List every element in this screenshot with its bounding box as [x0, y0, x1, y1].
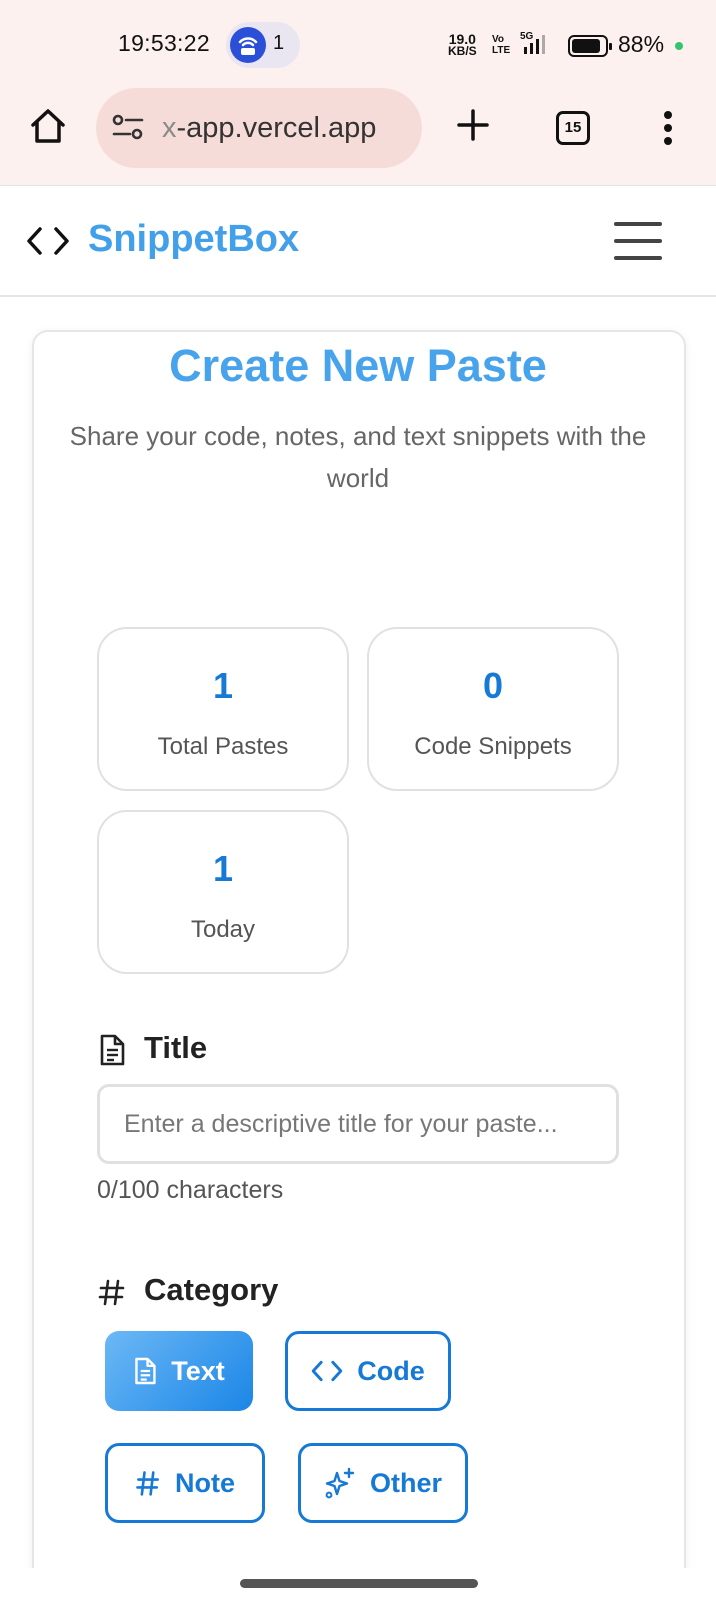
- page-title: Create New Paste: [169, 340, 547, 391]
- hotspot-indicator: 1: [226, 22, 300, 68]
- category-other-button[interactable]: Other: [298, 1443, 468, 1523]
- document-icon: [135, 1357, 156, 1385]
- hotspot-count: 1: [273, 32, 285, 54]
- hamburger-icon[interactable]: [614, 222, 662, 260]
- gesture-bar[interactable]: [240, 1579, 478, 1588]
- status-bar: 19:53:22 1 19.0 KB/S Vo LTE 5G 88%: [0, 0, 716, 88]
- site-settings-icon[interactable]: [112, 112, 144, 147]
- stat-label: Code Snippets: [414, 733, 572, 760]
- stat-value: 0: [482, 665, 504, 706]
- stat-today: 1 Today: [97, 810, 349, 974]
- code-icon: [311, 1360, 343, 1382]
- hash-icon: [136, 1471, 159, 1496]
- hash-icon: [98, 1276, 128, 1308]
- stat-value: 1: [212, 848, 234, 889]
- battery-icon: [568, 35, 612, 57]
- stat-total-pastes: 1 Total Pastes: [97, 627, 349, 791]
- sparkles-icon: [325, 1467, 355, 1499]
- tabs-icon[interactable]: 15: [556, 111, 590, 145]
- address-bar[interactable]: x-app.vercel.app: [96, 88, 422, 168]
- code-icon: [26, 226, 70, 261]
- title-label: Title: [98, 1030, 207, 1066]
- app-navbar: SnippetBox: [0, 185, 716, 297]
- stat-label: Today: [190, 916, 256, 943]
- status-time: 19:53:22: [118, 30, 210, 56]
- stat-label: Total Pastes: [157, 733, 289, 760]
- volte-indicator: Vo LTE: [492, 34, 511, 56]
- privacy-dot: [675, 42, 683, 50]
- plus-icon[interactable]: [456, 108, 490, 147]
- battery-percent: 88%: [618, 31, 665, 57]
- document-icon: [98, 1034, 128, 1066]
- category-code-button[interactable]: Code: [285, 1331, 451, 1411]
- title-input[interactable]: [97, 1084, 619, 1164]
- signal-icon: 5G: [520, 30, 550, 61]
- browser-chrome: 19:53:22 1 19.0 KB/S Vo LTE 5G 88% x-app…: [0, 0, 716, 185]
- category-label: Category: [98, 1272, 278, 1308]
- hotspot-icon: [230, 27, 266, 63]
- home-icon[interactable]: [28, 106, 68, 146]
- network-type: 5G: [520, 31, 534, 42]
- more-vert-icon[interactable]: [662, 110, 674, 151]
- category-note-button[interactable]: Note: [105, 1443, 265, 1523]
- title-char-count: 0/100 characters: [97, 1176, 284, 1204]
- stat-value: 1: [212, 665, 234, 706]
- stat-code-snippets: 0 Code Snippets: [367, 627, 619, 791]
- network-speed: 19.0 KB/S: [448, 31, 477, 58]
- category-text-button[interactable]: Text: [105, 1331, 253, 1411]
- brand-name[interactable]: SnippetBox: [88, 218, 299, 261]
- page-subtitle: Share your code, notes, and text snippet…: [69, 421, 647, 493]
- url-text: x-app.vercel.app: [162, 112, 377, 144]
